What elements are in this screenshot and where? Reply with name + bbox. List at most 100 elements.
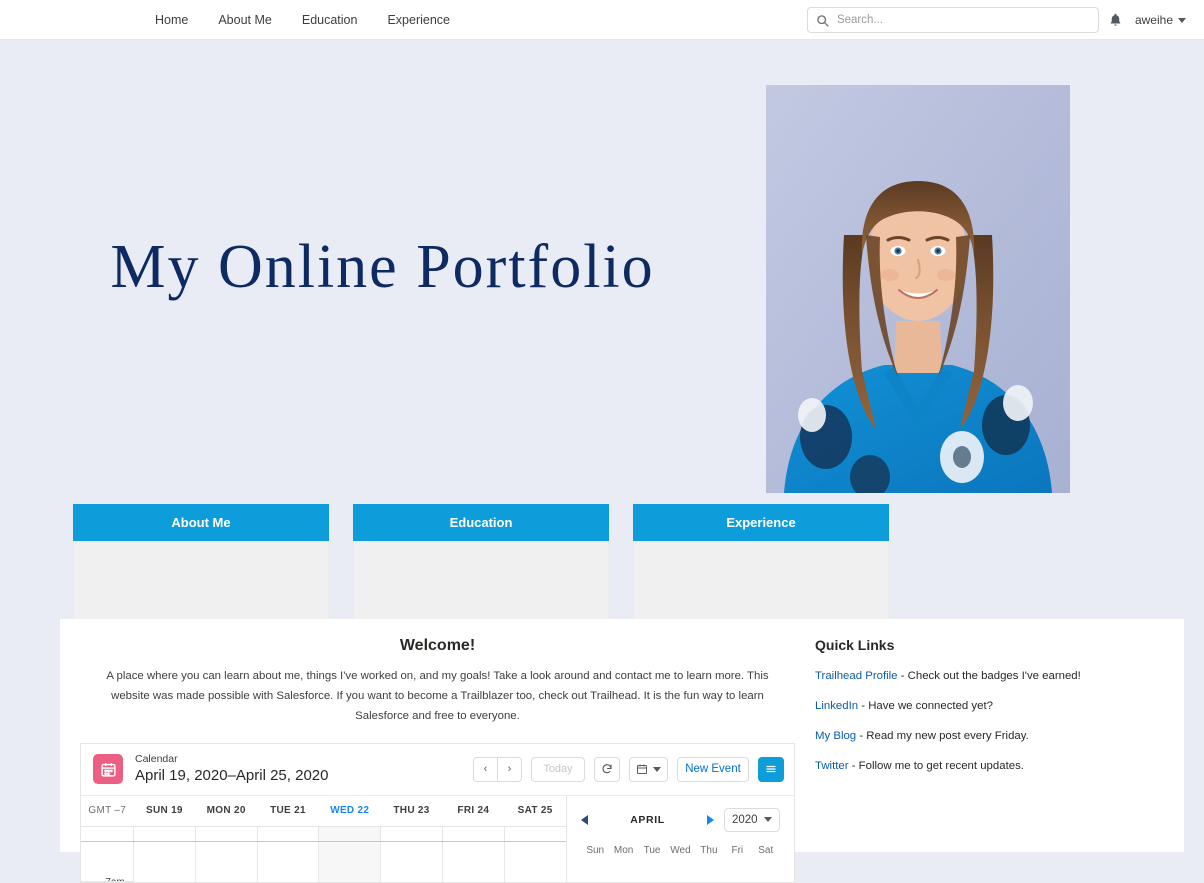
mini-next-month-button[interactable] bbox=[707, 814, 714, 825]
calendar-body: GMT –7 SUN 19 MON 20 TUE 21 WED 22 THU 2… bbox=[81, 795, 794, 882]
card-header-about-me: About Me bbox=[73, 504, 329, 541]
mini-weekday-fri: Fri bbox=[731, 844, 744, 856]
all-day-cell-sat[interactable] bbox=[504, 826, 566, 841]
quick-link-item: Twitter - Follow me to get recent update… bbox=[815, 760, 1160, 772]
mini-weekday-wed: Wed bbox=[670, 844, 691, 856]
top-navigation-bar: Home About Me Education Experience aweih… bbox=[0, 0, 1204, 40]
hamburger-icon bbox=[766, 766, 776, 773]
time-label-7am: 7am bbox=[103, 876, 127, 882]
card-header-education: Education bbox=[353, 504, 609, 541]
mini-weekday-sat: Sat bbox=[758, 844, 774, 856]
main-content-panel: Welcome! A place where you can learn abo… bbox=[60, 619, 1184, 883]
quick-link-trailhead[interactable]: Trailhead Profile bbox=[815, 670, 898, 682]
all-day-gutter bbox=[81, 827, 133, 841]
chevron-down-icon bbox=[653, 766, 661, 772]
bell-icon bbox=[1111, 13, 1121, 26]
all-day-cell-sun[interactable] bbox=[132, 826, 195, 841]
nav-right-cluster: aweihe bbox=[806, 0, 1194, 40]
timezone-label: GMT –7 bbox=[88, 805, 127, 817]
user-menu[interactable]: aweihe bbox=[1133, 13, 1194, 27]
all-day-cell-thu[interactable] bbox=[380, 826, 442, 841]
week-day-headers: GMT –7 SUN 19 MON 20 TUE 21 WED 22 THU 2… bbox=[81, 796, 566, 826]
mini-weekday-sun: Sun bbox=[586, 844, 605, 856]
quick-link-desc: - Read my new post every Friday. bbox=[856, 730, 1029, 742]
calendar-icon bbox=[93, 754, 123, 785]
nav-link-home[interactable]: Home bbox=[155, 13, 188, 27]
mini-weekday-tue: Tue bbox=[643, 844, 661, 856]
quick-link-linkedin[interactable]: LinkedIn bbox=[815, 700, 858, 712]
search-box[interactable] bbox=[806, 7, 1099, 33]
time-cell-tue[interactable] bbox=[256, 841, 319, 882]
mini-weekday-mon: Mon bbox=[613, 844, 634, 856]
time-cell-mon[interactable] bbox=[194, 841, 257, 882]
quick-link-desc: - Have we connected yet? bbox=[858, 700, 993, 712]
time-cell-sat[interactable] bbox=[504, 841, 566, 882]
year-select[interactable]: 2020 bbox=[724, 807, 780, 832]
quick-link-item: Trailhead Profile - Check out the badges… bbox=[815, 670, 1160, 682]
all-day-row bbox=[81, 825, 566, 842]
day-header-thu[interactable]: THU 23 bbox=[381, 805, 443, 816]
calendar-view-icon bbox=[637, 764, 647, 775]
calendar-date-range: April 19, 2020–April 25, 2020 bbox=[135, 767, 329, 785]
mini-calendar: APRIL 2020 Sun Mon Tue Wed Thu Fri Sat bbox=[567, 796, 794, 882]
week-grid: GMT –7 SUN 19 MON 20 TUE 21 WED 22 THU 2… bbox=[81, 795, 567, 882]
search-icon bbox=[817, 14, 829, 27]
time-cell-thu[interactable] bbox=[380, 841, 442, 882]
refresh-button[interactable] bbox=[594, 756, 620, 782]
time-rule bbox=[81, 880, 133, 882]
all-day-cell-fri[interactable] bbox=[442, 826, 504, 841]
calendar-kicker: Calendar bbox=[135, 752, 178, 765]
primary-nav: Home About Me Education Experience bbox=[155, 13, 450, 27]
search-input[interactable] bbox=[836, 14, 1090, 26]
previous-week-button[interactable]: ‹ bbox=[473, 756, 498, 782]
calendar-titles: Calendar April 19, 2020–April 25, 2020 bbox=[135, 753, 473, 786]
quick-links-heading: Quick Links bbox=[815, 637, 895, 653]
nav-button-group: ‹ › bbox=[473, 756, 522, 782]
mini-weekday-row: Sun Mon Tue Wed Thu Fri Sat bbox=[581, 845, 780, 856]
nav-link-education[interactable]: Education bbox=[302, 13, 358, 27]
card-header-experience: Experience bbox=[633, 504, 889, 541]
calendar-toolbar: ‹ › Today New Event bbox=[473, 756, 784, 782]
chevron-down-icon bbox=[764, 817, 772, 823]
quick-link-my-blog[interactable]: My Blog bbox=[815, 730, 856, 742]
refresh-icon bbox=[602, 764, 612, 774]
welcome-body-text: A place where you can learn about me, th… bbox=[106, 670, 769, 722]
new-event-button[interactable]: New Event bbox=[677, 756, 749, 782]
page-title: My Online Portfolio bbox=[110, 233, 655, 301]
view-selector-button[interactable] bbox=[629, 756, 668, 782]
time-gutter: 7am bbox=[81, 842, 133, 882]
quick-link-item: LinkedIn - Have we connected yet? bbox=[815, 700, 1160, 712]
time-grid: 7am bbox=[81, 841, 566, 882]
hero-section: My Online Portfolio About Me Education E… bbox=[0, 40, 1204, 649]
quick-link-twitter[interactable]: Twitter bbox=[815, 760, 849, 772]
mini-calendar-header: APRIL 2020 bbox=[581, 807, 780, 832]
mini-prev-month-button[interactable] bbox=[581, 814, 588, 825]
portrait-photo bbox=[766, 85, 1070, 493]
nav-link-about-me[interactable]: About Me bbox=[218, 13, 272, 27]
calendar-menu-button[interactable] bbox=[758, 756, 784, 782]
day-header-mon[interactable]: MON 20 bbox=[195, 805, 257, 816]
quick-link-desc: - Follow me to get recent updates. bbox=[848, 760, 1024, 772]
next-week-button[interactable]: › bbox=[497, 756, 522, 782]
notifications-button[interactable] bbox=[1099, 0, 1133, 40]
chevron-down-icon bbox=[1178, 17, 1186, 23]
day-header-wed[interactable]: WED 22 bbox=[319, 805, 381, 816]
all-day-cell-mon[interactable] bbox=[194, 826, 257, 841]
today-button[interactable]: Today bbox=[531, 756, 585, 782]
all-day-cell-tue[interactable] bbox=[256, 826, 319, 841]
day-header-fri[interactable]: FRI 24 bbox=[442, 805, 504, 816]
time-grid-row: 7am bbox=[81, 841, 566, 882]
time-cell-wed[interactable] bbox=[318, 841, 381, 882]
all-day-cell-wed[interactable] bbox=[318, 826, 381, 841]
mini-month-label: APRIL bbox=[630, 813, 665, 826]
quick-link-desc: - Check out the badges I've earned! bbox=[897, 670, 1081, 682]
day-header-tue[interactable]: TUE 21 bbox=[257, 805, 319, 816]
portrait-illustration bbox=[766, 85, 1070, 493]
time-cell-fri[interactable] bbox=[442, 841, 504, 882]
welcome-section: Welcome! A place where you can learn abo… bbox=[60, 619, 815, 883]
time-cell-sun[interactable] bbox=[132, 841, 195, 882]
nav-link-experience[interactable]: Experience bbox=[387, 13, 450, 27]
year-value: 2020 bbox=[732, 813, 758, 826]
day-header-sat[interactable]: SAT 25 bbox=[504, 805, 566, 816]
day-header-sun[interactable]: SUN 19 bbox=[134, 805, 196, 816]
